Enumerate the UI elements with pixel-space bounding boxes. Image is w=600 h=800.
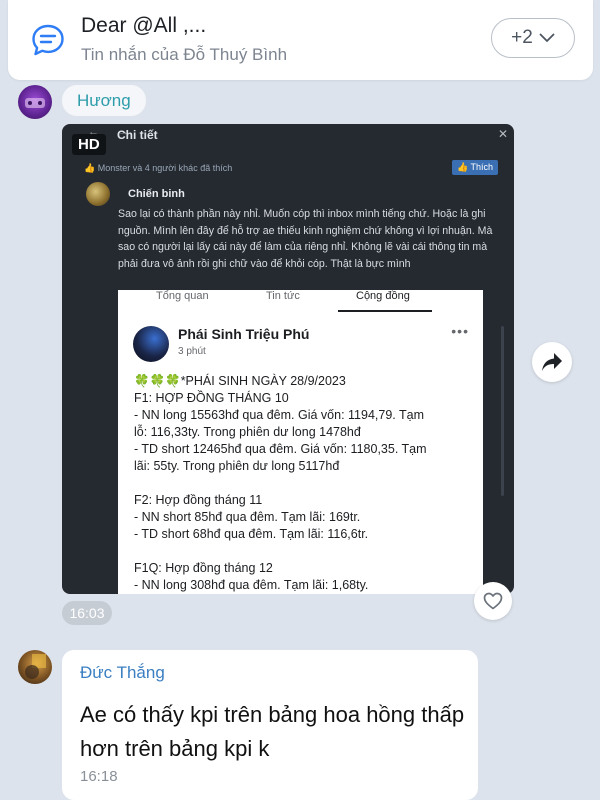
fb-post-line (134, 475, 479, 492)
fb-active-tab-indicator (338, 310, 432, 312)
pinned-message-title: Dear @All ,... (81, 14, 207, 37)
sender-name: Đức Thắng (80, 663, 165, 682)
fb-scrollbar (501, 326, 504, 496)
more-pinned-button[interactable]: +2 (491, 18, 575, 58)
fb-post-line: - TD short 68hđ qua đêm. Tạm lãi: 116,6t… (134, 527, 369, 541)
react-button[interactable] (474, 582, 512, 620)
fb-post-line: 🍀🍀🍀*PHÁI SINH NGÀY 28/9/2023 (134, 374, 346, 388)
avatar-image (25, 654, 46, 679)
chat-bubble-icon (32, 24, 64, 56)
fb-post-more-icon: ••• (451, 323, 469, 339)
hd-badge: HD (72, 134, 106, 155)
message-time: 16:18 (80, 768, 118, 785)
fb-post-author-avatar (133, 326, 169, 362)
fb-post-line: - NN long 308hđ qua đêm. Tạm lãi: 1,68ty… (134, 578, 369, 592)
share-button[interactable] (532, 342, 572, 382)
fb-post-time: 3 phút (178, 346, 206, 357)
fb-post-line: F1: HỢP ĐỒNG THÁNG 10 (134, 391, 289, 405)
fb-post-line (134, 543, 479, 560)
share-arrow-icon (542, 353, 562, 371)
fb-tab-overview: Tổng quan (156, 290, 209, 302)
heart-icon (483, 592, 503, 610)
fb-commenter-avatar (86, 182, 110, 206)
fb-close-icon: ✕ (497, 127, 508, 141)
message-text: Ae có thấy kpi trên bảng hoa hồng thấp h… (80, 702, 465, 761)
pinned-message-bar[interactable]: Dear @All ,... Tin nhắn của Đỗ Thuý Bình… (8, 0, 593, 80)
fb-like-button: 👍 Thích (451, 160, 498, 175)
fb-post-body: 🍀🍀🍀*PHÁI SINH NGÀY 28/9/2023 F1: HỢP ĐỒNG… (134, 373, 479, 594)
pinned-message-subtitle: Tin nhắn của Đỗ Thuý Bình (81, 45, 288, 64)
fb-tab-community: Cộng đồng (356, 290, 410, 302)
fb-post-card: Tổng quan Tin tức Cộng đồng Phái Sinh Tr… (118, 290, 483, 594)
fb-post-line: - TD short 12465hđ qua đêm. Giá vốn: 118… (134, 442, 427, 456)
message-time: 16:03 (62, 601, 112, 625)
chevron-down-icon (539, 33, 555, 42)
fb-post-line: lỗ: 116,33ty. Trong phiên dư long 1478hđ (134, 425, 361, 439)
fb-header-title: Chi tiết (117, 128, 158, 142)
image-message[interactable]: ← → Chi tiết ✕ HD 👍 Monster và 4 người k… (62, 124, 514, 594)
avatar-huong[interactable] (18, 85, 52, 119)
avatar-image (25, 98, 45, 108)
fb-likes-text: 👍 Monster và 4 người khác đã thích (84, 163, 233, 173)
sender-name: Hương (62, 85, 146, 116)
fb-commenter-name: Chiến binh (128, 188, 185, 200)
fb-comment-text: Sao lại có thành phần này nhỉ. Muốn cóp … (118, 208, 493, 270)
fb-post-author: Phái Sinh Triệu Phú (178, 326, 310, 342)
fb-post-line: lãi: 55ty. Trong phiên dư long 5117hđ (134, 459, 340, 473)
more-pinned-count: +2 (511, 27, 533, 48)
fb-post-line: F2: Hợp đồng tháng 11 (134, 493, 263, 507)
fb-post-line: - NN short 85hđ qua đêm. Tạm lãi: 169tr. (134, 510, 361, 524)
fb-post-line: - NN long 15563hđ qua đêm. Giá vốn: 1194… (134, 408, 424, 422)
fb-post-line: F1Q: Hợp đồng tháng 12 (134, 561, 273, 575)
avatar-duc-thang[interactable] (18, 650, 52, 684)
text-message[interactable]: Đức Thắng Ae có thấy kpi trên bảng hoa h… (62, 650, 478, 800)
fb-tab-news: Tin tức (266, 290, 300, 302)
fb-tabs: Tổng quan Tin tức Cộng đồng (118, 290, 483, 314)
